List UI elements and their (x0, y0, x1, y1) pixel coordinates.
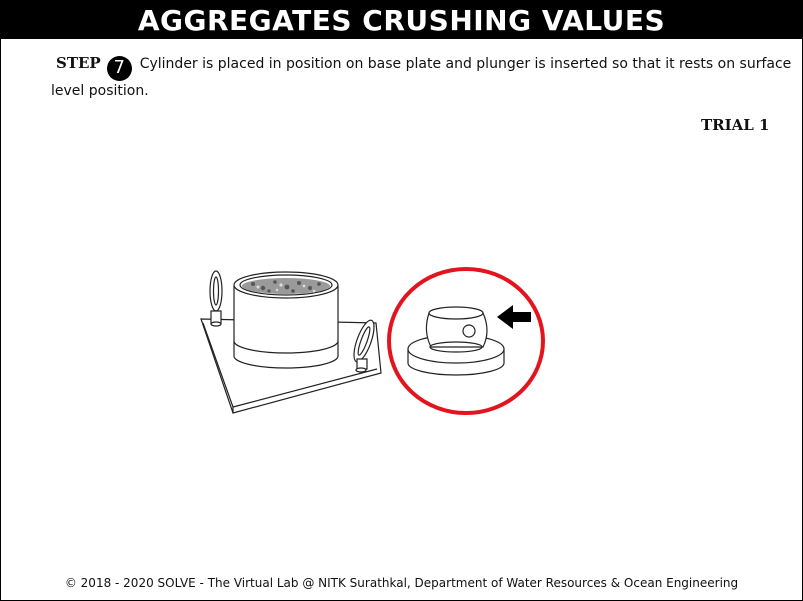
step-instruction-text: Cylinder is placed in position on base p… (51, 56, 792, 99)
pointer-arrow-icon (497, 305, 531, 329)
lab-page: AGGREGATES CRUSHING VALUES STEP 7 Cylinder… (0, 0, 803, 601)
step-number-badge: 7 (106, 55, 132, 81)
base-plate-assembly[interactable] (200, 270, 382, 414)
apparatus-illustration (200, 267, 545, 415)
trial-label: TRIAL 1 (701, 116, 770, 134)
page-title: AGGREGATES CRUSHING VALUES (137, 3, 666, 37)
step-instruction: STEP 7 Cylinder is placed in position on b… (51, 53, 796, 101)
title-bar: AGGREGATES CRUSHING VALUES (1, 1, 802, 39)
step-label: STEP (56, 54, 101, 72)
plunger[interactable] (407, 306, 505, 376)
plunger-knob (462, 324, 476, 338)
footer-copyright: © 2018 - 2020 SOLVE - The Virtual Lab @ … (64, 576, 739, 590)
